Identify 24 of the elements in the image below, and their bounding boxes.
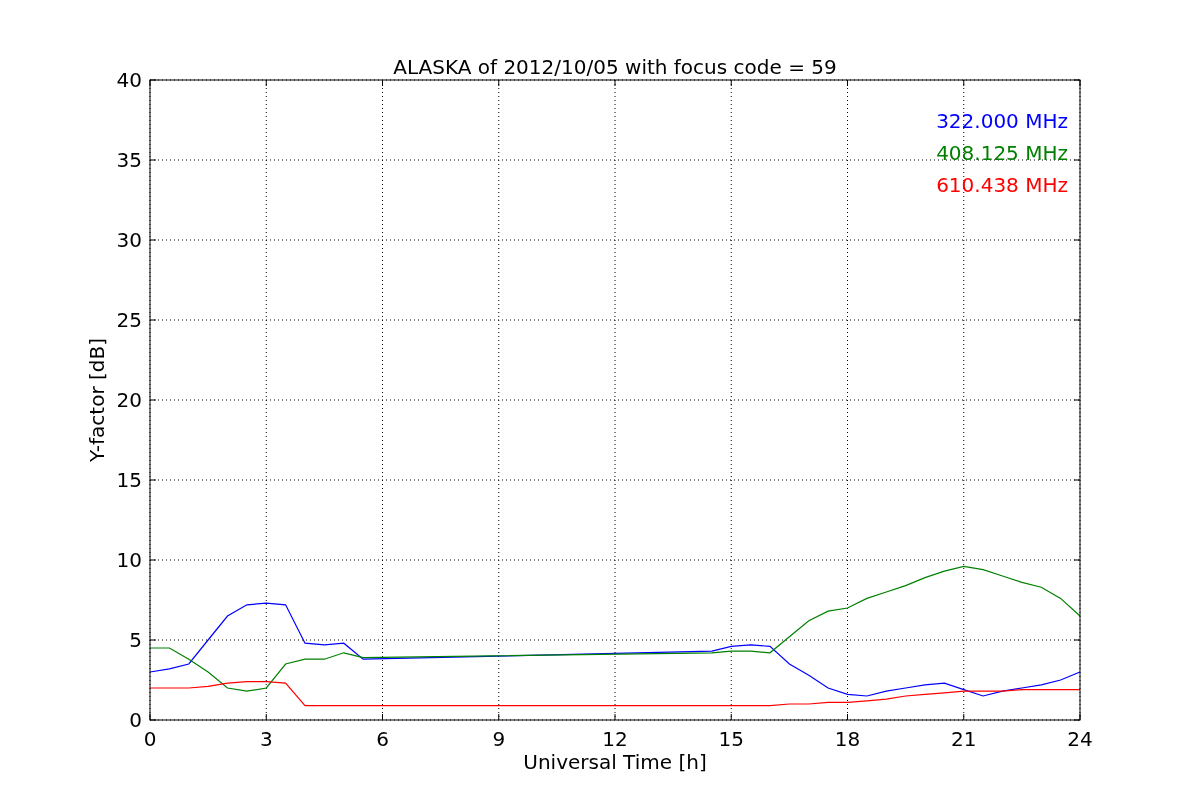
tick-label: 3: [259, 727, 273, 751]
tick-label: 18: [834, 727, 861, 751]
tick-label: 25: [116, 308, 142, 332]
tick-label: 9: [492, 727, 506, 751]
tick-label: 24: [1067, 727, 1093, 751]
y-axis-label: Y-factor [dB]: [85, 338, 109, 462]
tick-label: 0: [129, 708, 142, 732]
tick-label: 10: [116, 548, 142, 572]
tick-label: 12: [602, 727, 628, 751]
legend-label: 610.438 MHz: [936, 173, 1068, 197]
tick-label: 5: [129, 628, 142, 652]
tick-label: 20: [116, 388, 142, 412]
tick-label: 30: [116, 228, 142, 252]
legend-label: 408.125 MHz: [936, 141, 1068, 165]
tick-label: 35: [116, 148, 142, 172]
x-axis-label: Universal Time [h]: [523, 750, 707, 774]
tick-label: 21: [951, 727, 977, 751]
tick-label: 6: [376, 727, 389, 751]
tick-label: 40: [116, 68, 142, 92]
tick-label: 15: [116, 468, 142, 492]
legend-label: 322.000 MHz: [936, 109, 1068, 133]
tick-label: 0: [143, 727, 157, 751]
chart-title: ALASKA of 2012/10/05 with focus code = 59: [393, 55, 837, 79]
tick-label: 15: [718, 727, 744, 751]
